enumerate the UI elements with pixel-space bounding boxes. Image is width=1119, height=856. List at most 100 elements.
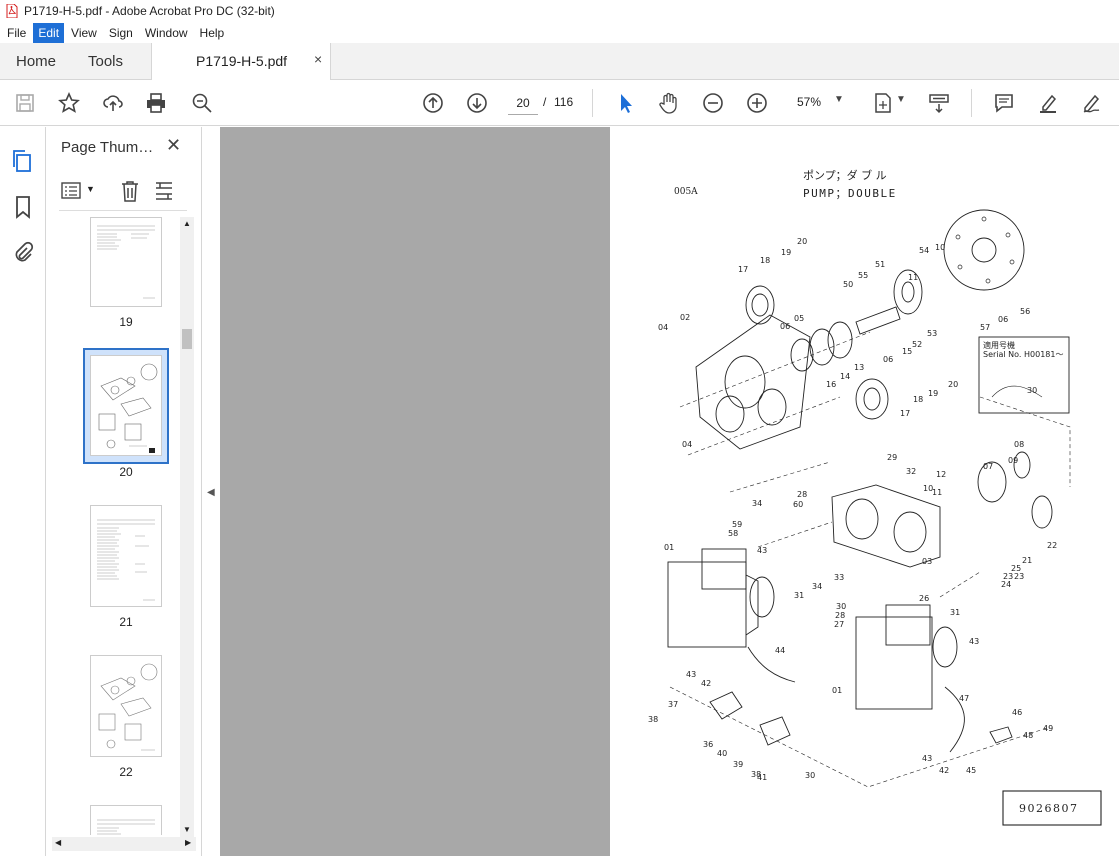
thumbnail-options-icon[interactable] [61,182,83,200]
part-callout: 17 [900,409,910,418]
thumbnail-page-number: 22 [119,765,133,779]
delete-page-icon[interactable] [120,180,140,202]
zoom-in-icon[interactable] [745,91,769,115]
part-callout: 42 [939,766,949,775]
part-callout: 20 [948,380,958,389]
page-thumbnails-icon[interactable] [11,149,35,173]
sign-icon[interactable] [1080,91,1104,115]
attachments-icon[interactable] [11,241,35,265]
thumbnail-toolbar: ▼ [59,177,187,211]
part-callout: 09 [1008,456,1018,465]
part-callout: 53 [927,329,937,338]
thumbnail-horizontal-scrollbar[interactable]: ◀ ▶ [52,837,196,851]
page-separator: / [543,95,547,109]
thumbnail-page[interactable] [90,655,162,757]
panel-collapse-strip[interactable]: ◀ [202,127,220,856]
highlight-icon[interactable] [1036,91,1060,115]
zoom-out-icon[interactable] [701,91,725,115]
chevron-down-icon[interactable]: ▼ [86,184,95,194]
part-callout: 15 [902,347,912,356]
part-callout: 39 [733,760,743,769]
upload-icon[interactable] [101,91,125,115]
serial-note-line2: Serial No. H00181～ [983,350,1063,359]
part-callout: 36 [703,740,713,749]
bookmark-star-icon[interactable] [57,91,81,115]
menu-window[interactable]: Window [140,23,193,43]
part-callout: 34 [812,582,822,591]
part-callout: 30 [805,771,815,780]
part-callout: 06 [998,315,1008,324]
part-callout: 33 [834,573,844,582]
chevron-down-icon[interactable]: ▼ [834,94,844,105]
scroll-down-icon[interactable]: ▼ [183,825,191,834]
part-callout: 43 [969,637,979,646]
part-callout: 06 [883,355,893,364]
scrollbar-thumb[interactable] [182,329,192,349]
part-callout: 10 [935,243,945,252]
part-callout: 54 [919,246,929,255]
menu-bar: File Edit View Sign Window Help [0,22,1119,43]
fit-page-icon[interactable] [871,91,895,115]
part-callout: 19 [928,389,938,398]
page-down-icon[interactable] [465,91,489,115]
zoom-level[interactable]: 57% [797,95,821,109]
save-icon[interactable] [13,91,37,115]
chevron-down-icon[interactable]: ▼ [896,94,906,105]
organize-pages-icon[interactable] [154,180,174,202]
menu-view[interactable]: View [66,23,102,43]
thumbnail-page[interactable] [90,217,162,307]
thumbnail-page-number: 21 [119,615,133,629]
collapse-panel-icon[interactable]: ◀ [207,487,215,498]
scroll-left-icon[interactable]: ◀ [55,838,61,847]
part-callout: 28 [797,490,807,499]
scroll-right-icon[interactable]: ▶ [185,838,191,847]
select-cursor-icon[interactable] [614,91,638,115]
drawing-header-en: PUMP；DOUBLE [803,187,897,200]
menu-help[interactable]: Help [195,23,230,43]
close-icon[interactable]: ✕ [166,135,181,156]
acrobat-icon [6,4,18,18]
valve-block-39 [759,716,791,746]
tab-close-icon[interactable]: × [314,51,322,67]
hose-44 [747,646,796,683]
valve-block-36 [709,691,743,720]
tab-document[interactable]: P1719-H-5.pdf × [151,43,331,80]
main-toolbar: 20 / 116 57% ▼ ▼ [0,80,1119,126]
hand-icon[interactable] [657,91,681,115]
menu-edit[interactable]: Edit [33,22,65,43]
thumbnail-page[interactable] [90,805,162,835]
scroll-up-icon[interactable]: ▲ [183,219,191,228]
coupling-disc [943,209,1025,291]
comment-icon[interactable] [992,91,1016,115]
document-viewer-background [220,127,610,856]
menu-sign[interactable]: Sign [104,23,138,43]
part-callout: 21 [1022,556,1032,565]
part-callout: 37 [668,700,678,709]
front-housing [695,314,811,450]
menu-file[interactable]: File [2,23,31,43]
print-icon[interactable] [144,91,168,115]
part-callout: 55 [858,271,868,280]
thumbnail-scrollbar[interactable]: ▲ ▼ [180,217,194,837]
part-callout: 30 [1027,386,1037,395]
part-callout: 28 [835,611,845,620]
search-zoom-icon[interactable] [190,91,214,115]
page-total: 116 [554,95,574,109]
part-callout: 14 [840,372,850,381]
part-callout: 17 [738,265,748,274]
document-page: ポンプ；ダ ブ ル PUMP；DOUBLE 005A 適用号機 Serial N… [610,127,1119,856]
part-callout: 10 [923,484,933,493]
part-callout: 20 [797,237,807,246]
tab-home[interactable]: Home [16,53,56,70]
scroll-mode-icon[interactable] [927,91,951,115]
thumbnail-page[interactable] [90,505,162,607]
tab-tools[interactable]: Tools [88,53,123,70]
page-number-input[interactable]: 20 [508,91,538,115]
page-up-icon[interactable] [421,91,445,115]
part-callout: 01 [664,543,674,552]
thumbnail-page-number: 20 [119,465,133,479]
part-callout: 01 [832,686,842,695]
thumbnail-page-selected[interactable] [90,355,162,456]
bookmarks-icon[interactable] [11,195,35,219]
part-callout: 24 [1001,580,1011,589]
